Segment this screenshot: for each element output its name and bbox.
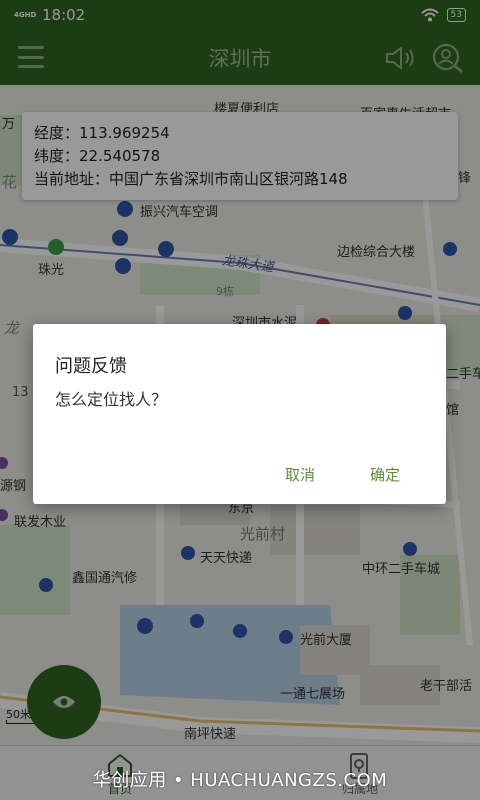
confirm-button[interactable]: 确定 [370, 464, 400, 485]
dialog-title: 问题反馈 [55, 356, 127, 377]
dialog-message: 怎么定位找人？ [55, 390, 168, 409]
feedback-dialog: 问题反馈 怎么定位找人？ 取消 确定 [33, 324, 446, 504]
cancel-button[interactable]: 取消 [285, 464, 315, 485]
watermark: 华创应用 • HUACHUANGZS.COM [92, 770, 388, 791]
